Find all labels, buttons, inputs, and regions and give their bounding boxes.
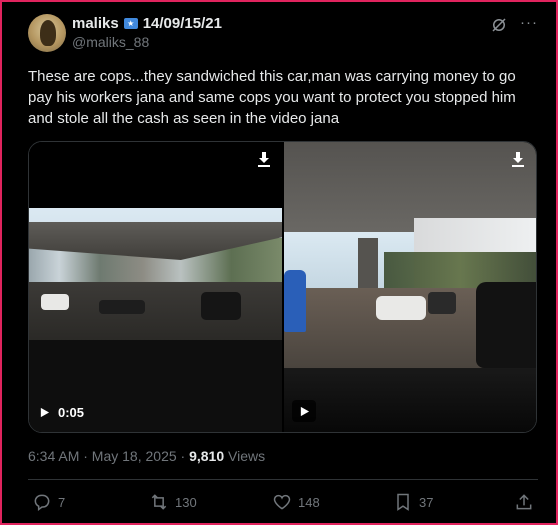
bookmark-count: 37 [419,494,434,510]
tweet-meta: 6:34 AM · May 18, 2025 · 9,810 Views [28,448,265,464]
avatar[interactable] [28,14,66,52]
video-2-car-white [376,296,426,320]
tweet-header: maliks ★ 14/09/15/21 @maliks_88 ··· [28,14,538,54]
tweet-timestamp[interactable]: 6:34 AM · May 18, 2025 · [28,448,189,464]
author-handle[interactable]: @maliks_88 [72,34,149,50]
video-1-road [29,282,282,342]
video-1-top-dark [29,142,282,208]
video-1-controls: 0:05 [39,405,84,420]
bookmark-button[interactable]: 37 [393,492,433,512]
repost-button[interactable]: 130 [149,492,197,512]
play-icon[interactable] [292,400,316,422]
share-icon [516,494,532,510]
screenshot-frame: maliks ★ 14/09/15/21 @maliks_88 ··· Thes… [0,0,558,525]
like-button[interactable]: 148 [272,492,320,512]
tweet[interactable]: maliks ★ 14/09/15/21 @maliks_88 ··· Thes… [28,14,538,511]
video-2-dashboard [284,368,536,432]
download-icon[interactable] [510,151,526,167]
video-2-car-suv [476,282,536,368]
action-bar: 7 130 148 37 [28,492,538,522]
reply-icon [34,494,50,511]
tweet-text: These are cops...they sandwiched this ca… [28,68,516,127]
video-player-1[interactable]: 0:05 [29,142,282,432]
video-player-2[interactable] [284,142,536,432]
video-2-person [284,270,306,332]
video-duration: 0:05 [58,405,85,420]
author-name[interactable]: maliks [72,15,119,32]
video-2-pillar [358,238,378,290]
reply-count: 7 [58,494,66,510]
video-1-car-suv [201,292,241,320]
repost-icon [151,494,167,510]
share-button[interactable] [514,492,534,512]
play-icon[interactable] [39,407,50,418]
flag-icon: ★ [123,18,138,29]
author-name-row: maliks ★ 14/09/15/21 [72,15,222,32]
views-label: Views [224,448,266,464]
author-name-suffix[interactable]: 14/09/15/21 [143,15,222,32]
more-options-icon[interactable]: ··· [520,15,538,34]
heart-icon [273,494,291,510]
views-count: 9,810 [189,448,225,464]
video-2-car-dark [428,292,456,314]
divider [28,479,538,480]
reply-button[interactable]: 7 [32,492,65,512]
download-icon[interactable] [256,151,272,167]
video-1-car-white [41,294,69,310]
media-grid: 0:05 [28,141,537,433]
grok-icon[interactable] [490,16,508,34]
like-count: 148 [298,494,320,510]
bookmark-icon [397,493,409,511]
repost-count: 130 [175,494,197,510]
avatar-figure [40,20,56,46]
video-1-car-dark [99,300,145,314]
